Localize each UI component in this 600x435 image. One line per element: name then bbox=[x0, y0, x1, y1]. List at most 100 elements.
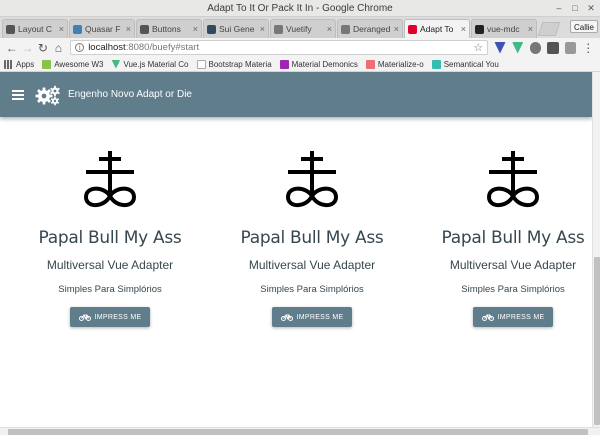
vuetify-extension-icon[interactable] bbox=[494, 41, 506, 54]
card: Papal Bull My Ass Multiversal Vue Adapte… bbox=[232, 150, 392, 327]
bookmark-label: Vue.js Material Co bbox=[123, 59, 189, 69]
tab-label: Quasar F bbox=[85, 24, 121, 34]
extension-icon[interactable] bbox=[529, 41, 542, 54]
info-icon[interactable]: i bbox=[75, 43, 85, 52]
vertical-scrollbar[interactable] bbox=[592, 72, 600, 427]
impress-me-button[interactable]: IMPRESS ME bbox=[70, 307, 150, 327]
gears-logo-icon bbox=[35, 85, 60, 105]
bookmark-favicon-icon bbox=[365, 59, 375, 69]
card-title: Papal Bull My Ass bbox=[38, 228, 182, 248]
close-icon[interactable]: ✕ bbox=[586, 3, 596, 13]
profile-button[interactable]: Callie bbox=[569, 20, 598, 33]
browser-window: Adapt To It Or Pack It In - Google Chrom… bbox=[0, 0, 600, 435]
hamburger-menu-icon[interactable] bbox=[12, 89, 24, 100]
tab-label: Deranged bbox=[353, 24, 391, 34]
minimize-icon[interactable]: – bbox=[554, 3, 564, 13]
tab-favicon-icon bbox=[408, 24, 417, 34]
bookmark-favicon-icon bbox=[42, 59, 52, 69]
tab-favicon-icon bbox=[73, 24, 82, 34]
tab[interactable]: Deranged × bbox=[337, 19, 403, 38]
bookmark-item[interactable]: Awesome W3 bbox=[42, 59, 104, 69]
app-title: Engenho Novo Adapt or Die bbox=[68, 89, 192, 100]
card-text: Simples Para Simplórios bbox=[58, 284, 162, 295]
vertical-scrollbar-thumb[interactable] bbox=[594, 257, 600, 425]
bookmark-apps[interactable]: Apps bbox=[4, 59, 35, 69]
cards-row: Papal Bull My Ass Multiversal Vue Adapte… bbox=[0, 150, 592, 350]
maximize-icon[interactable]: □ bbox=[570, 3, 580, 13]
tab[interactable]: Vuetify × bbox=[270, 19, 336, 38]
tab[interactable]: Buttons × bbox=[136, 19, 202, 38]
tab-favicon-icon bbox=[341, 24, 350, 34]
card-subtitle: Multiversal Vue Adapter bbox=[46, 258, 174, 272]
bicycle-icon bbox=[280, 314, 293, 321]
bookmark-label: Materialize-o bbox=[377, 59, 424, 69]
forward-icon[interactable]: → bbox=[20, 40, 36, 56]
bookmark-item[interactable]: Vue.js Material Co bbox=[111, 59, 189, 69]
bookmark-item[interactable]: Materialize-o bbox=[365, 59, 424, 69]
bookmark-item[interactable]: Semantical You bbox=[431, 59, 499, 69]
impress-me-button[interactable]: IMPRESS ME bbox=[473, 307, 553, 327]
button-label: IMPRESS ME bbox=[94, 313, 142, 321]
card: Papal Bull My Ass Multiversal Vue Adapte… bbox=[433, 150, 593, 327]
sulfur-symbol-icon bbox=[83, 151, 137, 208]
window-title: Adapt To It Or Pack It In - Google Chrom… bbox=[207, 3, 393, 14]
tab[interactable]: vue-mdc × bbox=[471, 19, 537, 38]
tab-favicon-icon bbox=[274, 24, 283, 34]
card-subtitle: Multiversal Vue Adapter bbox=[449, 258, 577, 272]
address-host: localhost bbox=[88, 42, 126, 53]
tab-close-icon[interactable]: × bbox=[327, 24, 332, 34]
impress-me-button[interactable]: IMPRESS ME bbox=[272, 307, 352, 327]
tab-label: vue-mdc bbox=[487, 24, 520, 34]
sulfur-symbol-icon bbox=[285, 151, 339, 208]
extension-icon[interactable] bbox=[564, 41, 577, 54]
bookmarks-bar: Apps Awesome W3 Vue.js Material Co Boots… bbox=[0, 57, 600, 72]
bicycle-icon bbox=[78, 314, 91, 321]
new-tab-button[interactable] bbox=[537, 22, 561, 36]
card: Papal Bull My Ass Multiversal Vue Adapte… bbox=[30, 150, 190, 327]
tab[interactable]: Quasar F × bbox=[69, 19, 135, 38]
tab[interactable]: Layout C × bbox=[2, 19, 68, 38]
tab-close-icon[interactable]: × bbox=[59, 24, 64, 34]
horizontal-scrollbar[interactable] bbox=[0, 427, 600, 435]
tab-close-icon[interactable]: × bbox=[193, 24, 198, 34]
tab-label: Layout C bbox=[18, 24, 53, 34]
tab-close-icon[interactable]: × bbox=[528, 24, 533, 34]
bookmark-label: Apps bbox=[16, 59, 35, 69]
sulfur-symbol-icon bbox=[486, 151, 540, 208]
bookmark-star-icon[interactable]: ☆ bbox=[473, 41, 483, 54]
menu-kebab-icon[interactable]: ⋮ bbox=[580, 40, 596, 56]
horizontal-scrollbar-thumb[interactable] bbox=[8, 429, 588, 435]
window-controls: – □ ✕ bbox=[554, 3, 596, 13]
address-bar[interactable]: i localhost:8080/buefy#start ☆ bbox=[70, 40, 489, 55]
tab-close-icon[interactable]: × bbox=[126, 24, 131, 34]
address-path: :8080/buefy#start bbox=[125, 42, 200, 53]
card-text: Simples Para Simplórios bbox=[461, 284, 565, 295]
bookmark-label: Awesome W3 bbox=[54, 59, 104, 69]
card-title: Papal Bull My Ass bbox=[240, 228, 384, 248]
app-toolbar: Engenho Novo Adapt or Die bbox=[0, 72, 592, 117]
tab-label: Buttons bbox=[152, 24, 181, 34]
home-icon[interactable]: ⌂ bbox=[51, 40, 67, 56]
bookmark-label: Material Demonics bbox=[291, 59, 358, 69]
tab-favicon-icon bbox=[207, 24, 216, 34]
tab-close-icon[interactable]: × bbox=[394, 24, 399, 34]
bookmark-item[interactable]: Material Demonics bbox=[279, 59, 358, 69]
reload-icon[interactable]: ↻ bbox=[35, 40, 51, 56]
bookmark-item[interactable]: Bootstrap Materia bbox=[196, 59, 272, 69]
extension-icon[interactable] bbox=[547, 41, 559, 54]
tab-favicon-icon bbox=[6, 24, 15, 34]
back-icon[interactable]: ← bbox=[4, 40, 20, 56]
tab-close-icon[interactable]: × bbox=[461, 24, 466, 34]
tab-close-icon[interactable]: × bbox=[260, 24, 265, 34]
button-label: IMPRESS ME bbox=[296, 313, 344, 321]
button-label: IMPRESS ME bbox=[497, 313, 545, 321]
bicycle-icon bbox=[481, 314, 494, 321]
tab-label: Adapt To bbox=[420, 24, 454, 34]
card-text: Simples Para Simplórios bbox=[260, 284, 364, 295]
tab-active[interactable]: Adapt To × bbox=[404, 19, 470, 38]
card-subtitle: Multiversal Vue Adapter bbox=[248, 258, 376, 272]
tab[interactable]: Sui Gene × bbox=[203, 19, 269, 38]
vue-devtools-extension-icon[interactable] bbox=[511, 41, 524, 54]
tab-favicon-icon bbox=[140, 24, 149, 34]
page-content: Engenho Novo Adapt or Die Papal Bull My … bbox=[0, 72, 600, 435]
